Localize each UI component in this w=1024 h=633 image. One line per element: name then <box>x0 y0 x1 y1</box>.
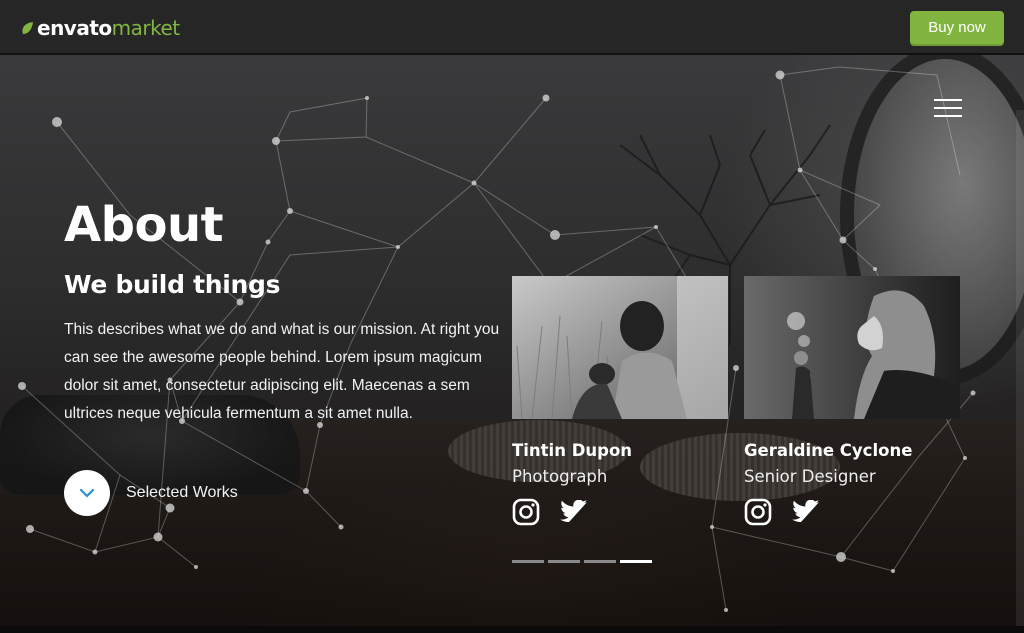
bottom-edge <box>0 626 1024 633</box>
selected-works-button[interactable]: Selected Works <box>64 470 238 516</box>
buy-now-button[interactable]: Buy now <box>910 11 1004 44</box>
team-member-photo <box>512 276 728 419</box>
page-subtitle: We build things <box>64 270 281 299</box>
social-links <box>512 498 728 526</box>
slider-dot[interactable] <box>548 560 580 563</box>
instagram-icon[interactable] <box>744 498 772 526</box>
team-card: Tintin Dupon Photograph <box>512 276 728 526</box>
team-member-role: Photograph <box>512 467 608 486</box>
brand-market: market <box>111 16 180 40</box>
scrollbar[interactable] <box>1016 110 1024 626</box>
brand-envato: envato <box>37 16 112 40</box>
slider-dot-active[interactable] <box>620 560 652 563</box>
team-card: Geraldine Cyclone Senior Designer <box>744 276 960 526</box>
hamburger-icon <box>934 99 962 101</box>
slider-dot[interactable] <box>584 560 616 563</box>
about-description: This describes what we do and what is ou… <box>64 321 500 422</box>
slider-pagination <box>512 560 652 563</box>
page-title: About <box>64 197 224 253</box>
chevron-down-icon <box>79 488 95 498</box>
team-member-photo <box>744 276 960 419</box>
selected-works-label: Selected Works <box>126 484 238 501</box>
envato-top-bar: envato market Buy now <box>0 0 1024 54</box>
envato-market-logo[interactable]: envato market <box>20 15 180 41</box>
works-circle[interactable] <box>64 470 110 516</box>
team-member-name: Geraldine Cyclone <box>744 441 913 460</box>
twitter-icon[interactable] <box>560 498 588 526</box>
twitter-icon[interactable] <box>792 498 820 526</box>
about-hero: About We build things This describes wha… <box>0 55 1024 626</box>
team-member-name: Tintin Dupon <box>512 441 633 460</box>
instagram-icon[interactable] <box>512 498 540 526</box>
leaf-icon <box>22 22 33 34</box>
team-member-role: Senior Designer <box>744 467 876 486</box>
hamburger-menu-button[interactable] <box>934 99 962 117</box>
social-links <box>744 498 960 526</box>
slider-dot[interactable] <box>512 560 544 563</box>
